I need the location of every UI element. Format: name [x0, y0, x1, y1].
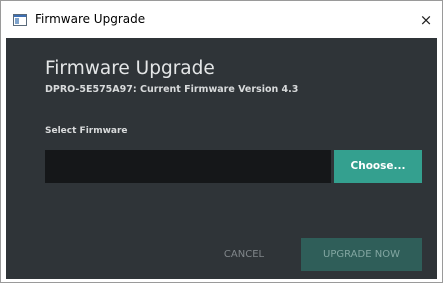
- window-title: Firmware Upgrade: [35, 12, 146, 26]
- device-firmware-info: DPRO-5E575A97: Current Firmware Version …: [45, 84, 299, 95]
- dialog-heading: Firmware Upgrade: [45, 58, 215, 79]
- title-bar[interactable]: Firmware Upgrade ×: [1, 1, 442, 38]
- upgrade-now-button[interactable]: UPGRADE NOW: [301, 238, 422, 271]
- select-firmware-label: Select Firmware: [45, 126, 128, 136]
- firmware-file-field[interactable]: [45, 150, 331, 183]
- close-button[interactable]: ×: [415, 9, 437, 31]
- dialog-panel: Firmware Upgrade DPRO-5E575A97: Current …: [6, 38, 437, 279]
- app-window-icon: [13, 13, 27, 26]
- choose-button[interactable]: Choose...: [334, 150, 422, 183]
- cancel-button[interactable]: CANCEL: [202, 239, 286, 271]
- firmware-upgrade-window: Firmware Upgrade × Firmware Upgrade DPRO…: [0, 0, 443, 283]
